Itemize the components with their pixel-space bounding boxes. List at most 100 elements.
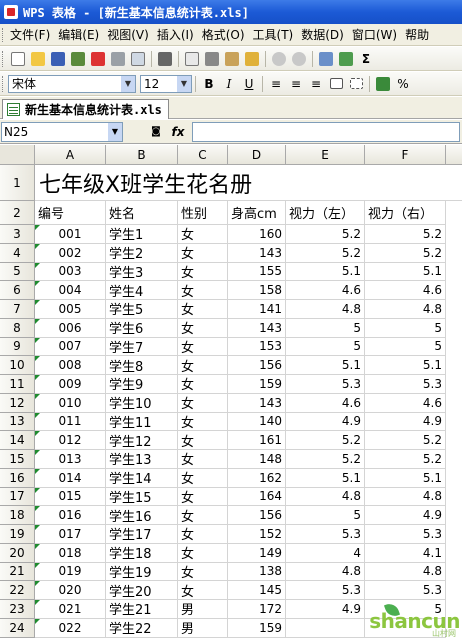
menu-tools[interactable]: 工具(T) — [251, 26, 300, 43]
column-header-g[interactable] — [446, 145, 462, 165]
save-icon[interactable] — [48, 49, 68, 69]
cell-left[interactable]: 5.3 — [286, 375, 365, 394]
cell-name[interactable]: 学生5 — [106, 300, 178, 319]
cell-height[interactable]: 156 — [228, 506, 286, 525]
row-header[interactable]: 13 — [0, 412, 35, 432]
cell-right[interactable]: 5.3 — [365, 581, 446, 600]
cell-right[interactable]: 5.3 — [365, 375, 446, 394]
cell-sex[interactable]: 女 — [178, 468, 228, 488]
cell-height[interactable]: 152 — [228, 525, 286, 544]
cell-name[interactable]: 学生16 — [106, 506, 178, 525]
row-header[interactable]: 20 — [0, 543, 35, 563]
menu-format[interactable]: 格式(O) — [200, 26, 251, 43]
cell-sex[interactable]: 女 — [178, 393, 228, 413]
format-painter-icon[interactable] — [242, 49, 262, 69]
italic-button[interactable]: I — [219, 74, 239, 94]
cell-right[interactable]: 5.2 — [365, 431, 446, 450]
cell-name[interactable]: 学生19 — [106, 562, 178, 582]
cell-name[interactable]: 学生14 — [106, 468, 178, 488]
cell-id[interactable]: 006 — [35, 318, 106, 338]
id-header[interactable]: 编号 — [35, 201, 106, 225]
cell-right[interactable]: 4.6 — [365, 393, 446, 413]
row-header[interactable]: 11 — [0, 375, 35, 394]
cell-sex[interactable]: 男 — [178, 618, 228, 638]
insert-function-button[interactable]: fx — [167, 122, 189, 142]
cell-id[interactable]: 013 — [35, 450, 106, 469]
cell-right[interactable]: 4.8 — [365, 487, 446, 507]
cell-id[interactable]: 011 — [35, 412, 106, 432]
menu-view[interactable]: 视图(V) — [105, 26, 155, 43]
vision-left-header[interactable]: 视力（左） — [286, 201, 365, 225]
column-header-f[interactable]: F — [365, 145, 446, 165]
cell-left[interactable]: 4.9 — [286, 600, 365, 619]
cell-sex[interactable]: 女 — [178, 525, 228, 544]
cell-name[interactable]: 学生11 — [106, 412, 178, 432]
row-header[interactable]: 23 — [0, 600, 35, 619]
row-header[interactable]: 1 — [0, 165, 35, 201]
cell-left[interactable]: 5.2 — [286, 243, 365, 263]
cell-left[interactable]: 5.3 — [286, 581, 365, 600]
cell-name[interactable]: 学生20 — [106, 581, 178, 600]
cell-right[interactable]: 4.9 — [365, 506, 446, 525]
cell-right[interactable]: 5 — [365, 318, 446, 338]
height-header[interactable]: 身高cm — [228, 201, 286, 225]
cell-name[interactable]: 学生18 — [106, 543, 178, 563]
menu-insert[interactable]: 插入(I) — [155, 26, 200, 43]
cell-height[interactable]: 140 — [228, 412, 286, 432]
new-document-icon[interactable] — [8, 49, 28, 69]
cell-sex[interactable]: 女 — [178, 375, 228, 394]
sex-header[interactable]: 性别 — [178, 201, 228, 225]
cell-height[interactable]: 143 — [228, 318, 286, 338]
cell-sex[interactable]: 女 — [178, 337, 228, 357]
cell-left[interactable]: 4.6 — [286, 281, 365, 300]
row-header[interactable]: 9 — [0, 337, 35, 357]
cell-height[interactable]: 164 — [228, 487, 286, 507]
cell-sex[interactable]: 女 — [178, 412, 228, 432]
cell-height[interactable]: 143 — [228, 243, 286, 263]
row-header[interactable]: 2 — [0, 201, 35, 225]
row-header[interactable]: 21 — [0, 562, 35, 582]
row-header[interactable]: 5 — [0, 262, 35, 282]
cell-id[interactable]: 005 — [35, 300, 106, 319]
cell-left[interactable]: 4.8 — [286, 487, 365, 507]
menu-edit[interactable]: 编辑(E) — [56, 26, 105, 43]
export-pdf-icon[interactable] — [88, 49, 108, 69]
cell-right[interactable]: 5.2 — [365, 225, 446, 244]
font-name-dropdown[interactable]: 宋体 ▼ — [8, 74, 136, 93]
cell-sex[interactable]: 女 — [178, 243, 228, 263]
cell-height[interactable]: 138 — [228, 562, 286, 582]
chevron-down-icon[interactable]: ▼ — [177, 75, 191, 92]
cell-id[interactable]: 021 — [35, 600, 106, 619]
cell-id[interactable]: 019 — [35, 562, 106, 582]
row-header[interactable]: 17 — [0, 487, 35, 507]
currency-icon[interactable] — [373, 74, 393, 94]
align-right-icon[interactable]: ≡ — [306, 74, 326, 94]
cell-id[interactable]: 012 — [35, 431, 106, 450]
cell-height[interactable]: 143 — [228, 393, 286, 413]
column-header-d[interactable]: D — [228, 145, 286, 165]
cell-sex[interactable]: 女 — [178, 262, 228, 282]
cell-name[interactable]: 学生7 — [106, 337, 178, 357]
cell-name[interactable]: 学生10 — [106, 393, 178, 413]
cell-id[interactable]: 010 — [35, 393, 106, 413]
cell-id[interactable]: 009 — [35, 375, 106, 394]
menu-window[interactable]: 窗口(W) — [350, 26, 403, 43]
cell-right[interactable]: 5.1 — [365, 356, 446, 375]
cell-sex[interactable]: 女 — [178, 356, 228, 375]
cell-id[interactable]: 014 — [35, 468, 106, 488]
cell-id[interactable]: 015 — [35, 487, 106, 507]
cell-left[interactable]: 4 — [286, 543, 365, 563]
row-header[interactable]: 14 — [0, 431, 35, 450]
cell-left[interactable]: 4.9 — [286, 412, 365, 432]
cell-id[interactable]: 007 — [35, 337, 106, 357]
autosum-icon[interactable]: Σ — [356, 49, 376, 69]
cell-name[interactable]: 学生3 — [106, 262, 178, 282]
row-header[interactable]: 3 — [0, 225, 35, 244]
cell-height[interactable]: 148 — [228, 450, 286, 469]
cell-height[interactable]: 158 — [228, 281, 286, 300]
cell-height[interactable]: 159 — [228, 618, 286, 638]
undo-icon[interactable] — [269, 49, 289, 69]
merge-center-icon[interactable] — [326, 74, 346, 94]
row-header[interactable]: 22 — [0, 581, 35, 600]
cell-left[interactable]: 5.1 — [286, 356, 365, 375]
